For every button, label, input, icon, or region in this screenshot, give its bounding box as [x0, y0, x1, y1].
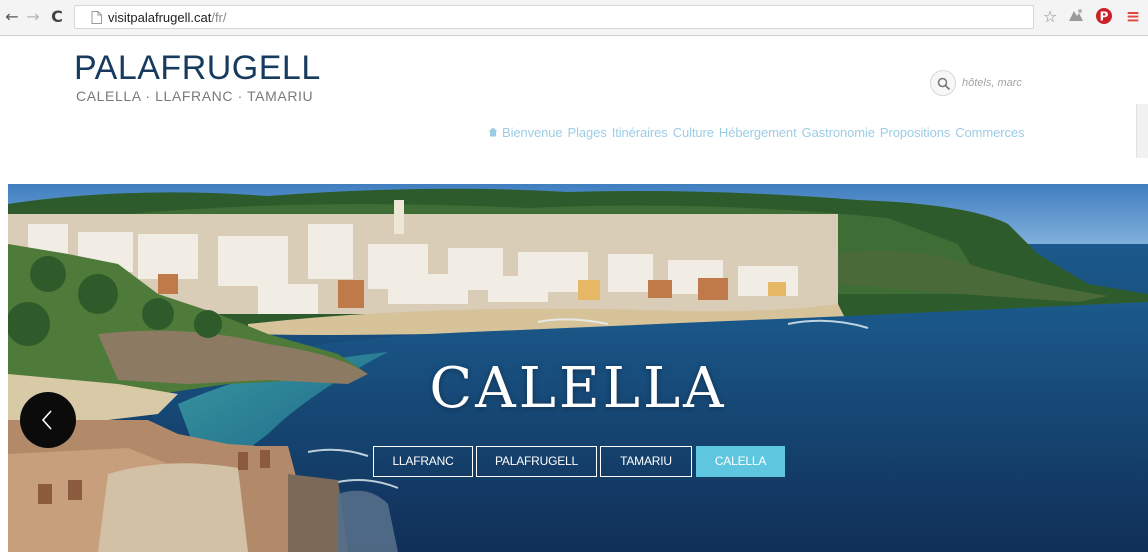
search-input[interactable]: [962, 74, 1034, 92]
previous-slide-button[interactable]: [20, 392, 76, 448]
slide-tab-palafrugell[interactable]: PALAFRUGELL: [476, 446, 597, 477]
nav-item-plages[interactable]: Plages: [568, 125, 607, 140]
scrollbar[interactable]: [1136, 104, 1148, 158]
hero-title: CALELLA: [429, 356, 727, 421]
nav-item-propositions[interactable]: Propositions: [880, 125, 950, 140]
svg-text:P: P: [1100, 10, 1109, 24]
address-bar[interactable]: visitpalafrugell.cat/fr/: [74, 5, 1034, 29]
site-logo-subtitle: CALELLA · LLAFRANC · TAMARIU: [76, 88, 314, 104]
chevron-left-icon: [41, 410, 52, 430]
star-icon[interactable]: ☆: [1040, 7, 1060, 27]
url-path: /fr/: [211, 10, 227, 25]
hero-slider: CALELLA LLAFRANC PALAFRUGELL TAMARIU CAL…: [8, 184, 1148, 552]
page-icon: [91, 11, 102, 29]
browser-toolbar: ← → C visitpalafrugell.cat/fr/ ☆ P ≡: [0, 0, 1148, 36]
menu-icon[interactable]: ≡: [1123, 7, 1143, 27]
url-text[interactable]: visitpalafrugell.cat/fr/: [108, 10, 227, 25]
site-logo-title[interactable]: PALAFRUGELL: [74, 50, 321, 86]
nav-item-commerces[interactable]: Commerces: [955, 125, 1024, 140]
nav-item-hebergement[interactable]: Hébergement: [719, 125, 797, 140]
forward-arrow-icon[interactable]: →: [24, 8, 42, 26]
home-icon[interactable]: [488, 127, 498, 137]
reload-icon[interactable]: C: [48, 8, 66, 26]
search-icon: [937, 77, 951, 91]
nav-item-bienvenue[interactable]: Bienvenue: [502, 125, 563, 140]
nav-item-itineraires[interactable]: Itinéraires: [612, 125, 668, 140]
url-host: visitpalafrugell.cat: [108, 10, 212, 25]
nav-item-culture[interactable]: Culture: [673, 125, 714, 140]
main-navigation: Bienvenue Plages Itinéraires Culture Héb…: [488, 123, 1029, 141]
back-arrow-icon[interactable]: ←: [3, 8, 21, 26]
slide-tab-tamariu[interactable]: TAMARIU: [600, 446, 692, 477]
slide-tab-llafranc[interactable]: LLAFRANC: [373, 446, 473, 477]
pinterest-icon[interactable]: P: [1094, 7, 1114, 27]
extension-icon[interactable]: [1066, 7, 1086, 27]
search-button[interactable]: [930, 70, 956, 96]
nav-item-gastronomie[interactable]: Gastronomie: [802, 125, 875, 140]
slide-tab-calella[interactable]: CALELLA: [696, 446, 785, 477]
